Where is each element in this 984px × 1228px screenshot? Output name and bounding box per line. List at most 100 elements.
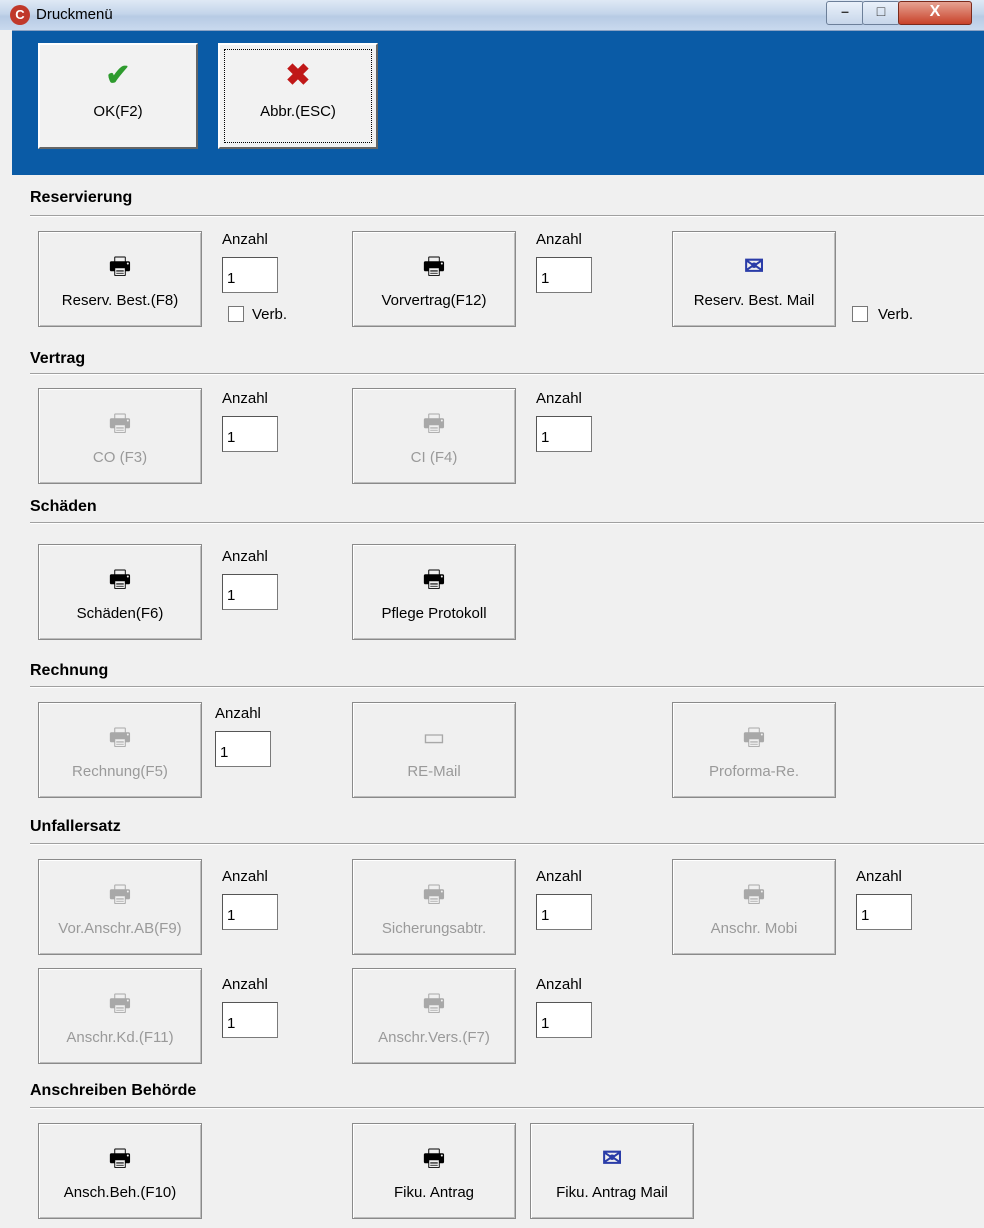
section-divider [30, 215, 984, 217]
schaeden-button[interactable]: 🖶 Schäden(F6) [38, 544, 202, 640]
schaeden-label: Schäden(F6) [76, 605, 164, 622]
mail-icon: ✉ [743, 253, 765, 280]
reserv-best-verb-checkbox[interactable] [228, 306, 244, 322]
proforma-label: Proforma-Re. [708, 763, 800, 780]
app-icon: C [10, 5, 30, 25]
reserv-best-count-input[interactable] [222, 257, 278, 293]
check-icon: ✔ [105, 59, 131, 92]
minimize-icon: – [841, 3, 849, 19]
printer-icon: 🖶 [108, 566, 132, 593]
section-title-reservierung: Reservierung [30, 189, 133, 206]
verb-label: Verb. [878, 306, 914, 323]
section-title-unfallersatz: Unfallersatz [30, 818, 121, 835]
printer-icon: 🖶 [422, 253, 446, 280]
fiku-antrag-label: Fiku. Antrag [393, 1184, 475, 1201]
section-title-schaeden: Schäden [30, 498, 97, 515]
anzahl-label: Anzahl [222, 868, 268, 885]
minimize-button[interactable]: – [826, 1, 864, 25]
vorvertrag-count-input[interactable] [536, 257, 592, 293]
vorvertrag-button[interactable]: 🖶 Vorvertrag(F12) [352, 231, 516, 327]
printer-icon: 🖶 [422, 1145, 446, 1172]
anschr-kd-count-input[interactable] [222, 1002, 278, 1038]
schaeden-count-input[interactable] [222, 574, 278, 610]
proforma-button[interactable]: 🖶 Proforma-Re. [672, 702, 836, 798]
maximize-icon: □ [876, 3, 886, 19]
blank-mail-icon: ▭ [422, 724, 446, 751]
printer-icon: 🖶 [108, 410, 132, 437]
anzahl-label: Anzahl [856, 868, 902, 885]
section-divider [30, 1107, 984, 1109]
rechnung-label: Rechnung(F5) [72, 763, 168, 780]
ok-button[interactable]: ✔ OK(F2) [38, 43, 198, 149]
co-button[interactable]: 🖶 CO (F3) [38, 388, 202, 484]
printer-icon: 🖶 [422, 881, 446, 908]
printer-icon: 🖶 [742, 724, 766, 751]
section-divider [30, 686, 984, 688]
rechnung-count-input[interactable] [215, 731, 271, 767]
anschr-vers-count-input[interactable] [536, 1002, 592, 1038]
section-divider [30, 373, 984, 375]
printer-icon: 🖶 [422, 410, 446, 437]
sicherungsabtr-count-input[interactable] [536, 894, 592, 930]
anzahl-label: Anzahl [222, 231, 268, 248]
anzahl-label: Anzahl [536, 976, 582, 993]
ok-button-label: OK(F2) [93, 103, 143, 120]
vor-anschr-count-input[interactable] [222, 894, 278, 930]
close-icon: X [929, 3, 941, 20]
verb-label: Verb. [252, 306, 288, 323]
vor-anschr-label: Vor.Anschr.AB(F9) [58, 920, 182, 937]
reserv-best-button[interactable]: 🖶 Reserv. Best.(F8) [38, 231, 202, 327]
rechnung-button[interactable]: 🖶 Rechnung(F5) [38, 702, 202, 798]
section-divider [30, 843, 984, 845]
printer-icon: 🖶 [108, 990, 132, 1017]
section-title-vertrag: Vertrag [30, 350, 86, 367]
ci-button[interactable]: 🖶 CI (F4) [352, 388, 516, 484]
printer-icon: 🖶 [108, 724, 132, 751]
anschr-mobi-button[interactable]: 🖶 Anschr. Mobi [672, 859, 836, 955]
title-bar: C Druckmenü – □ X [0, 0, 984, 31]
anschr-kd-button[interactable]: 🖶 Anschr.Kd.(F11) [38, 968, 202, 1064]
maximize-button[interactable]: □ [862, 1, 900, 25]
ansch-beh-label: Ansch.Beh.(F10) [63, 1184, 177, 1201]
ci-count-input[interactable] [536, 416, 592, 452]
fiku-antrag-button[interactable]: 🖶 Fiku. Antrag [352, 1123, 516, 1219]
co-label: CO (F3) [92, 449, 148, 466]
focus-rect [224, 49, 372, 143]
ci-label: CI (F4) [410, 449, 458, 466]
anzahl-label: Anzahl [536, 231, 582, 248]
anschr-mobi-count-input[interactable] [856, 894, 912, 930]
sicherungsabtr-button[interactable]: 🖶 Sicherungsabtr. [352, 859, 516, 955]
reserv-best-mail-label: Reserv. Best. Mail [693, 292, 815, 309]
co-count-input[interactable] [222, 416, 278, 452]
ansch-beh-button[interactable]: 🖶 Ansch.Beh.(F10) [38, 1123, 202, 1219]
printer-icon: 🖶 [108, 253, 132, 280]
anzahl-label: Anzahl [222, 390, 268, 407]
fiku-antrag-mail-button[interactable]: ✉ Fiku. Antrag Mail [530, 1123, 694, 1219]
re-mail-label: RE-Mail [407, 763, 461, 780]
reserv-best-label: Reserv. Best.(F8) [61, 292, 179, 309]
reserv-best-mail-button[interactable]: ✉ Reserv. Best. Mail [672, 231, 836, 327]
section-divider [30, 522, 984, 524]
anzahl-label: Anzahl [222, 976, 268, 993]
re-mail-button[interactable]: ▭ RE-Mail [352, 702, 516, 798]
anzahl-label: Anzahl [215, 705, 261, 722]
mail-icon: ✉ [601, 1145, 623, 1172]
anschr-vers-label: Anschr.Vers.(F7) [378, 1029, 490, 1046]
toolbar: ✔ OK(F2) ✖ Abbr.(ESC) [12, 31, 984, 175]
cancel-button[interactable]: ✖ Abbr.(ESC) [218, 43, 378, 149]
printer-icon: 🖶 [108, 1145, 132, 1172]
close-button[interactable]: X [898, 1, 972, 25]
window-title: Druckmenü [36, 6, 113, 23]
reserv-mail-verb-checkbox[interactable] [852, 306, 868, 322]
sicherungsabtr-label: Sicherungsabtr. [381, 920, 487, 937]
printer-icon: 🖶 [742, 881, 766, 908]
anzahl-label: Anzahl [222, 548, 268, 565]
fiku-antrag-mail-label: Fiku. Antrag Mail [556, 1184, 668, 1201]
anschr-mobi-label: Anschr. Mobi [710, 920, 798, 937]
printer-icon: 🖶 [422, 566, 446, 593]
pflege-protokoll-button[interactable]: 🖶 Pflege Protokoll [352, 544, 516, 640]
anzahl-label: Anzahl [536, 868, 582, 885]
anschr-vers-button[interactable]: 🖶 Anschr.Vers.(F7) [352, 968, 516, 1064]
anzahl-label: Anzahl [536, 390, 582, 407]
vor-anschr-button[interactable]: 🖶 Vor.Anschr.AB(F9) [38, 859, 202, 955]
